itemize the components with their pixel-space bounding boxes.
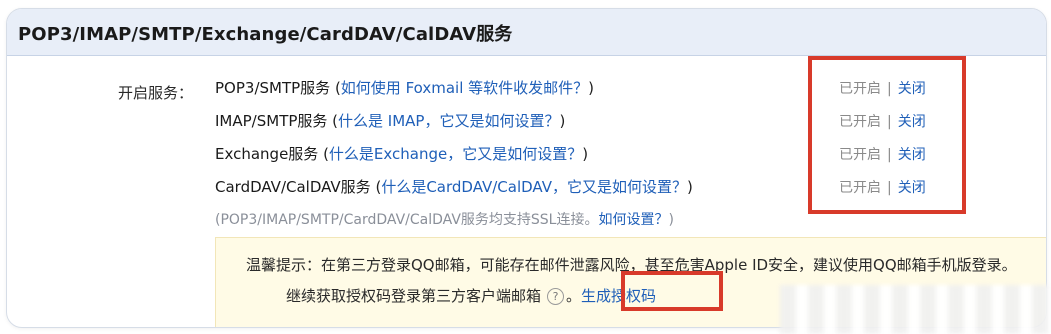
service-help-link[interactable]: 如何使用 Foxmail 等软件收发邮件？ [341,79,588,97]
blurred-region [780,285,1051,334]
section-header: POP3/IMAP/SMTP/Exchange/CardDAV/CalDAV服务 [7,9,1046,56]
service-name: Exchange服务 [215,145,319,163]
service-row-imap: IMAP/SMTP服务 (什么是 IMAP，它又是如何设置？) [215,112,566,130]
notice-auth-line: 继续获取授权码登录第三方客户端邮箱? 。生成授权码 [286,287,657,305]
service-help-link[interactable]: 什么是 IMAP，它又是如何设置？ [338,112,559,130]
highlight-box-status [808,56,966,214]
service-help-link[interactable]: 什么是Exchange，它又是如何设置？ [329,145,582,163]
service-row-pop3: POP3/SMTP服务 (如何使用 Foxmail 等软件收发邮件？) [215,79,595,97]
services-label: 开启服务： [118,84,194,102]
section-title: POP3/IMAP/SMTP/Exchange/CardDAV/CalDAV服务 [18,24,513,45]
service-name: CardDAV/CalDAV服务 [215,178,371,196]
settings-panel: POP3/IMAP/SMTP/Exchange/CardDAV/CalDAV服务… [6,8,1047,328]
help-icon[interactable]: ? [547,288,565,305]
service-name: IMAP/SMTP服务 [215,112,328,130]
ssl-note: (POP3/IMAP/SMTP/CardDAV/CalDAV服务均支持SSL连接… [215,212,674,228]
service-name: POP3/SMTP服务 [215,79,331,97]
service-help-link[interactable]: 什么是CardDAV/CalDAV，它又是如何设置？ [381,178,687,196]
service-row-exchange: Exchange服务 (什么是Exchange，它又是如何设置？) [215,145,589,163]
service-row-carddav: CardDAV/CalDAV服务 (什么是CardDAV/CalDAV，它又是如… [215,178,693,196]
highlight-box-auth-code [621,271,723,311]
ssl-help-link[interactable]: 如何设置？ [598,212,668,228]
